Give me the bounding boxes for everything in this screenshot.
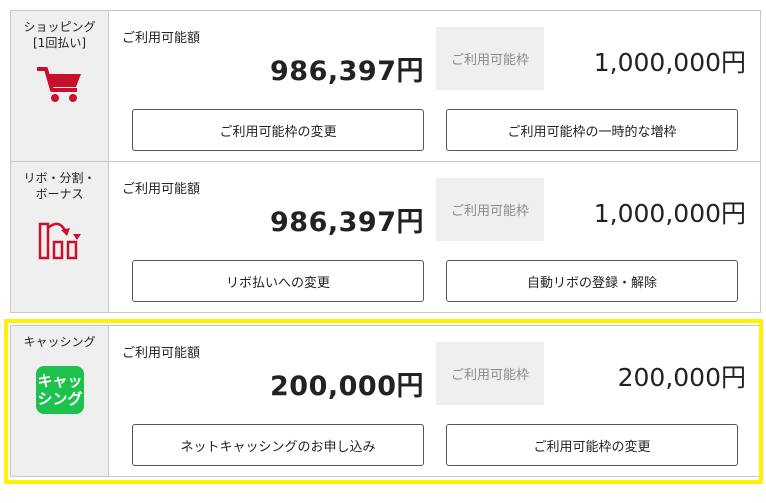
shopping-label: ショッピング [1回払い]: [11, 19, 108, 51]
available-amount-value: 986,397円: [270, 56, 424, 87]
cashing-icon: キャッ シング: [11, 366, 109, 414]
change-to-revolving-button[interactable]: リボ払いへの変更: [132, 260, 424, 302]
limit-amount-value: 1,000,000円: [593, 48, 746, 77]
temporary-increase-button[interactable]: ご利用可能枠の一時的な増枠: [446, 109, 738, 151]
available-amount-label: ご利用可能額: [122, 31, 201, 46]
shopping-label-line-1: ショッピング: [23, 20, 96, 34]
available-amount-label: ご利用可能額: [122, 346, 201, 361]
shopping-label-line-2: [1回払い]: [33, 36, 86, 50]
limit-label-box: ご利用可能枠: [436, 342, 544, 405]
limit-amount-value: 200,000円: [617, 363, 746, 392]
cashing-icon-text-1: キャッ: [37, 372, 83, 390]
change-limit-button[interactable]: ご利用可能枠の変更: [446, 424, 738, 466]
limit-label-box: ご利用可能枠: [436, 27, 544, 90]
revolving-content: ご利用可能額 986,397円 ご利用可能枠 1,000,000円 リボ払いへの…: [110, 162, 760, 312]
change-limit-button[interactable]: ご利用可能枠の変更: [132, 109, 424, 151]
revolving-label-line-2: ボーナス: [35, 187, 84, 201]
available-amount-value: 200,000円: [270, 371, 424, 402]
revolving-payment-icon: [11, 216, 109, 260]
shopping-content: ご利用可能額 986,397円 ご利用可能枠 1,000,000円 ご利用可能枠…: [110, 11, 760, 161]
limit-label-box: ご利用可能枠: [436, 178, 544, 241]
cashing-icon-text-2: シング: [37, 390, 83, 408]
cashing-label: キャッシング: [11, 334, 108, 350]
available-amount-label: ご利用可能額: [122, 182, 201, 197]
revolving-label-line-1: リボ・分割・: [23, 171, 96, 185]
revolving-section: リボ・分割・ ボーナス ご利用可能額 986,397円 ご利用可能枠 1,000…: [10, 162, 761, 313]
cashing-label-line-1: キャッシング: [23, 335, 96, 349]
shopping-label-column: ショッピング [1回払い]: [11, 11, 109, 161]
cashing-content: ご利用可能額 200,000円 ご利用可能枠 200,000円 ネットキャッシン…: [110, 326, 760, 476]
cashing-section: キャッシング キャッ シング ご利用可能額 200,000円 ご利用可能枠 20…: [10, 325, 761, 477]
net-cashing-apply-button[interactable]: ネットキャッシングのお申し込み: [132, 424, 424, 466]
available-amount-value: 986,397円: [270, 207, 424, 238]
shopping-section: ショッピング [1回払い] ご利用可能額 986,397円 ご利用可能枠 1,0…: [10, 10, 761, 162]
revolving-label-column: リボ・分割・ ボーナス: [11, 162, 109, 312]
shopping-cart-icon: [11, 65, 109, 105]
revolving-label: リボ・分割・ ボーナス: [11, 170, 108, 202]
limit-amount-value: 1,000,000円: [593, 199, 746, 228]
auto-revolving-register-button[interactable]: 自動リボの登録・解除: [446, 260, 738, 302]
cashing-label-column: キャッシング キャッ シング: [11, 326, 109, 476]
